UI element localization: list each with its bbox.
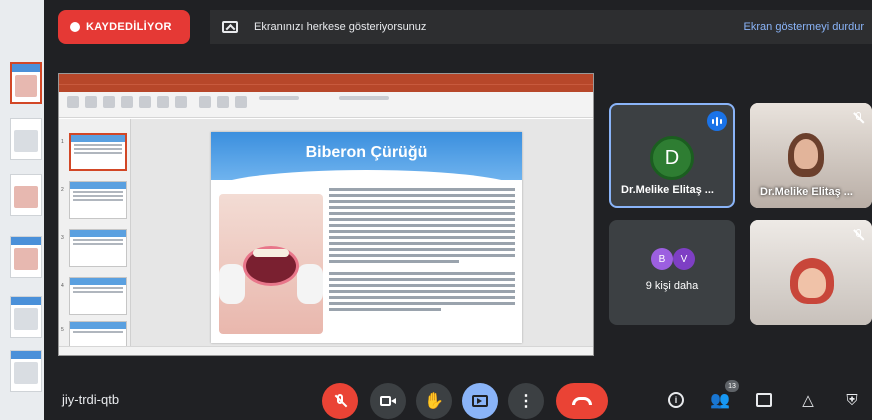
- ppt-ribbon-tabs: [59, 84, 593, 92]
- slide-body-text: [329, 188, 515, 314]
- current-slide: Biberon Çürüğü: [211, 132, 522, 343]
- meeting-details-button[interactable]: i: [662, 386, 690, 414]
- chat-button[interactable]: [750, 386, 778, 414]
- people-icon: 👥: [710, 392, 730, 409]
- outer-slide-thumb: [10, 296, 42, 338]
- activities-icon: △: [802, 392, 814, 409]
- more-participants-label: 9 kişi daha: [645, 280, 699, 292]
- background-app-strip: [0, 0, 44, 420]
- present-screen-icon: [222, 21, 238, 33]
- person-face: [794, 139, 818, 169]
- recording-label: KAYDEDİLİYOR: [86, 21, 172, 33]
- hand-icon: ✋: [424, 393, 444, 410]
- screen-share-banner: Ekranınızı herkese gösteriyorsunuz Ekran…: [210, 10, 872, 44]
- slide-thumbnail-panel: 1 2 3 4 5: [59, 119, 131, 355]
- shield-icon: ⛨: [846, 391, 858, 409]
- participant-name: Dr.Melike Elitaş ...: [621, 184, 714, 196]
- more-options-button[interactable]: ⋮: [508, 383, 544, 419]
- speaking-indicator-icon: [707, 111, 727, 131]
- record-dot-icon: [70, 22, 80, 32]
- outer-slide-thumb: [10, 174, 42, 216]
- mic-off-icon: [852, 228, 866, 242]
- camera-icon: [380, 396, 396, 406]
- outer-slide-thumb: [10, 350, 42, 392]
- ppt-workspace: 1 2 3 4 5 Biberon Çürüğü: [59, 119, 593, 355]
- more-vert-icon: ⋮: [518, 393, 534, 410]
- ppt-ribbon: [59, 92, 593, 118]
- slide-thumb[interactable]: [69, 277, 127, 315]
- raise-hand-button[interactable]: ✋: [416, 383, 452, 419]
- recording-indicator[interactable]: KAYDEDİLİYOR: [58, 10, 190, 44]
- slide-thumb[interactable]: [69, 229, 127, 267]
- outer-slide-thumb: [10, 62, 42, 104]
- mic-off-icon: [852, 111, 866, 125]
- meeting-code: jiy-trdi-qtb: [62, 392, 120, 407]
- outer-slide-thumb: [10, 236, 42, 278]
- host-controls-button[interactable]: ⛨: [838, 386, 866, 414]
- person-face: [798, 268, 826, 298]
- present-screen-icon: [472, 395, 488, 407]
- avatar: V: [673, 248, 695, 270]
- chat-icon: [756, 393, 772, 407]
- participant-tile[interactable]: [750, 220, 872, 325]
- mic-off-icon: [333, 393, 348, 409]
- participant-tile[interactable]: Dr.Melike Elitaş ...: [750, 103, 872, 208]
- avatar: D: [650, 136, 694, 180]
- mic-toggle-button[interactable]: [322, 383, 358, 419]
- participant-count-badge: 13: [725, 380, 739, 392]
- camera-toggle-button[interactable]: [370, 383, 406, 419]
- outer-slide-thumb: [10, 118, 42, 160]
- stop-sharing-button[interactable]: Ekran göstermeyi durdur: [744, 21, 864, 33]
- more-participants-tile[interactable]: B V 9 kişi daha: [609, 220, 735, 325]
- activities-button[interactable]: △: [794, 386, 822, 414]
- meet-window: KAYDEDİLİYOR Ekranınızı herkese gösteriy…: [0, 0, 872, 420]
- ppt-status-bar: [59, 346, 593, 355]
- share-notice-text: Ekranınızı herkese gösteriyorsunuz: [254, 21, 427, 33]
- hang-up-icon: [572, 397, 592, 405]
- ppt-title-bar: [59, 74, 593, 84]
- slide-title: Biberon Çürüğü: [305, 144, 428, 161]
- leave-call-button[interactable]: [556, 383, 608, 419]
- shared-screen: 1 2 3 4 5 Biberon Çürüğü: [58, 73, 594, 356]
- info-icon: i: [668, 392, 684, 408]
- slide-thumb[interactable]: [69, 133, 127, 171]
- avatar: B: [651, 248, 673, 270]
- slide-thumb[interactable]: [69, 181, 127, 219]
- dental-photo: [219, 194, 323, 334]
- participant-tile[interactable]: D Dr.Melike Elitaş ...: [609, 103, 735, 208]
- present-now-button[interactable]: [462, 383, 498, 419]
- participant-name: Dr.Melike Elitaş ...: [760, 186, 853, 198]
